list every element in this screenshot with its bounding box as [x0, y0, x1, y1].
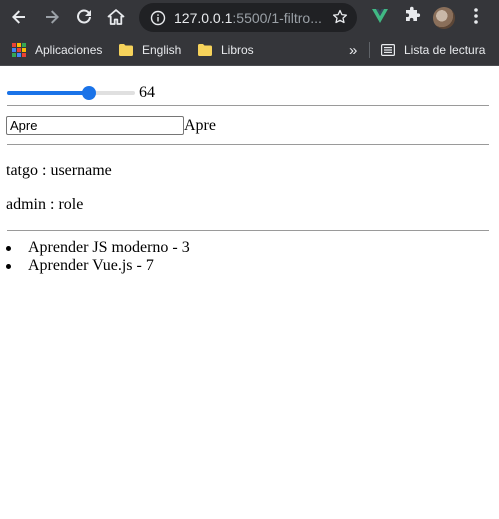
- divider: [7, 144, 489, 145]
- range-slider-fill: [7, 90, 89, 95]
- filter-input[interactable]: [6, 116, 184, 135]
- bookmark-libros[interactable]: Libros: [198, 35, 254, 65]
- filter-row: Apre: [6, 116, 216, 135]
- bookmarks-bar: Aplicaciones English Libros » Lista de l…: [0, 35, 499, 66]
- list-item: Aprender JS moderno - 3: [6, 239, 190, 257]
- folder-icon: [198, 44, 212, 56]
- star-icon[interactable]: [332, 9, 348, 25]
- url-text[interactable]: 127.0.0.1:5500/1-filtro...: [174, 10, 324, 26]
- range-slider-thumb[interactable]: [81, 85, 96, 100]
- back-icon[interactable]: [7, 5, 31, 29]
- divider: [7, 105, 489, 106]
- home-icon[interactable]: [104, 5, 128, 29]
- range-value: 64: [139, 84, 155, 101]
- vue-devtools-icon[interactable]: [370, 6, 390, 26]
- reload-icon[interactable]: [72, 5, 96, 29]
- bookmark-label: English: [142, 43, 182, 57]
- bookmark-apps[interactable]: Aplicaciones: [12, 35, 102, 65]
- bookmark-apps-label: Aplicaciones: [35, 43, 103, 57]
- address-bar[interactable]: 127.0.0.1:5500/1-filtro...: [139, 3, 357, 32]
- reading-list-icon: [381, 44, 395, 56]
- divider: [7, 230, 489, 231]
- username-line: tatgo : username: [6, 162, 112, 179]
- overflow-chevron-icon: »: [349, 41, 358, 59]
- info-icon[interactable]: [150, 10, 166, 26]
- bookmark-english[interactable]: English: [119, 35, 181, 65]
- profile-avatar[interactable]: [433, 7, 455, 29]
- todo-list: Aprender JS moderno - 3 Aprender Vue.js …: [6, 239, 190, 275]
- browser-toolbar: 127.0.0.1:5500/1-filtro...: [0, 0, 499, 35]
- extensions-icon[interactable]: [402, 6, 422, 26]
- role-line: admin : role: [6, 196, 84, 213]
- bookmarks-overflow-button[interactable]: »: [349, 35, 357, 65]
- apps-grid-icon: [12, 43, 26, 57]
- reading-list-label: Lista de lectura: [404, 43, 486, 57]
- bookmarks-divider: [369, 42, 370, 58]
- bookmark-label: Libros: [221, 43, 254, 57]
- range-row: 64: [7, 78, 155, 102]
- reading-list-button[interactable]: Lista de lectura: [381, 35, 485, 65]
- list-item: Aprender Vue.js - 7: [6, 257, 190, 275]
- menu-icon[interactable]: [468, 6, 484, 26]
- folder-icon: [119, 44, 133, 56]
- forward-icon[interactable]: [40, 5, 64, 29]
- range-slider[interactable]: [7, 85, 135, 100]
- filter-echo: Apre: [184, 116, 216, 134]
